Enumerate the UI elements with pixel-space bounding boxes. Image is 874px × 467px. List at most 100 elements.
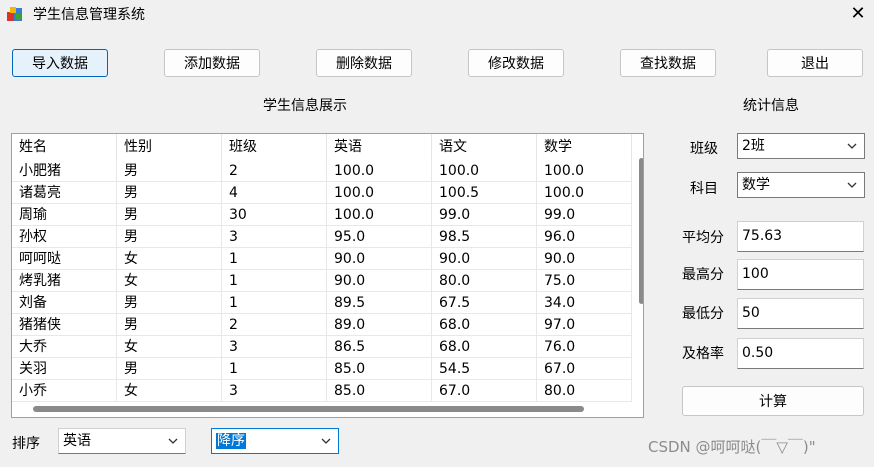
table-row[interactable]: 烤乳猪女 1 90.0 80.0 75.0 — [12, 270, 632, 292]
table-header: 姓名 性别 班级 英语 语文 数学 — [12, 134, 632, 160]
watermark: CSDN @呵呵哒(￣▽￣)" — [648, 438, 816, 456]
table-cell: 76.0 — [537, 336, 632, 358]
table-cell: 80.0 — [537, 380, 632, 402]
table-row[interactable]: 小乔女 3 85.0 67.0 80.0 — [12, 380, 632, 402]
max-field[interactable]: 100 — [737, 259, 864, 290]
window-title: 学生信息管理系统 — [33, 7, 145, 23]
column-header[interactable]: 班级 — [222, 134, 327, 160]
table-cell: 3 — [222, 380, 327, 402]
table-cell: 95.0 — [327, 226, 432, 248]
table-cell: 89.5 — [327, 292, 432, 314]
table-row[interactable]: 诸葛亮男 4 100.0 100.5 100.0 — [12, 182, 632, 204]
table-cell: 男 — [117, 204, 222, 226]
table-cell: 女 — [117, 248, 222, 270]
min-label: 最低分 — [682, 306, 724, 322]
table-cell: 90.0 — [432, 248, 537, 270]
app-icon — [7, 7, 22, 21]
table-cell: 1 — [222, 270, 327, 292]
column-header[interactable]: 性别 — [117, 134, 222, 160]
table-cell: 85.0 — [327, 380, 432, 402]
student-table[interactable]: 姓名 性别 班级 英语 语文 数学 小肥猪男 2 100.0 100.0 100.0 诸葛… — [11, 133, 644, 418]
add-data-button[interactable]: 添加数据 — [164, 49, 260, 77]
subject-label: 科目 — [690, 181, 718, 197]
horizontal-scrollbar[interactable] — [33, 406, 584, 412]
table-cell: 1 — [222, 248, 327, 270]
column-header[interactable]: 姓名 — [12, 134, 117, 160]
table-cell: 30 — [222, 204, 327, 226]
modify-data-button[interactable]: 修改数据 — [468, 49, 564, 77]
table-cell: 小乔 — [12, 380, 117, 402]
sort-order-value: 降序 — [216, 433, 246, 449]
exit-button[interactable]: 退出 — [767, 49, 863, 77]
subject-select[interactable]: 数学 — [737, 172, 865, 198]
table-row[interactable]: 周瑜男 30 100.0 99.0 99.0 — [12, 204, 632, 226]
column-header[interactable]: 英语 — [327, 134, 432, 160]
class-select-value: 2班 — [742, 138, 765, 154]
table-cell: 100.0 — [537, 160, 632, 182]
table-cell: 女 — [117, 336, 222, 358]
max-label: 最高分 — [682, 267, 724, 283]
table-cell: 100.0 — [327, 182, 432, 204]
table-cell: 100.0 — [432, 160, 537, 182]
table-cell: 68.0 — [432, 314, 537, 336]
table-cell: 男 — [117, 314, 222, 336]
table-cell: 67.0 — [537, 358, 632, 380]
table-cell: 80.0 — [432, 270, 537, 292]
chevron-down-icon — [168, 438, 178, 444]
table-cell: 大乔 — [12, 336, 117, 358]
table-row[interactable]: 猪猪侠男 2 89.0 68.0 97.0 — [12, 314, 632, 336]
table-cell: 周瑜 — [12, 204, 117, 226]
table-cell: 1 — [222, 358, 327, 380]
delete-data-button[interactable]: 删除数据 — [316, 49, 412, 77]
table-cell: 90.0 — [327, 248, 432, 270]
table-cell: 女 — [117, 270, 222, 292]
table-row[interactable]: 呵呵哒女 1 90.0 90.0 90.0 — [12, 248, 632, 270]
table-cell: 诸葛亮 — [12, 182, 117, 204]
column-header[interactable]: 数学 — [537, 134, 632, 160]
average-field[interactable]: 75.63 — [737, 221, 864, 252]
average-label: 平均分 — [682, 230, 724, 246]
sort-field-value: 英语 — [63, 433, 91, 449]
class-label: 班级 — [690, 141, 718, 157]
sort-order-select[interactable]: 降序 — [211, 428, 339, 454]
table-row[interactable]: 孙权男 3 95.0 98.5 96.0 — [12, 226, 632, 248]
table-cell: 98.5 — [432, 226, 537, 248]
table-cell: 2 — [222, 160, 327, 182]
table-cell: 1 — [222, 292, 327, 314]
sort-field-select[interactable]: 英语 — [58, 428, 186, 454]
pass-rate-field[interactable]: 0.50 — [737, 338, 864, 369]
class-select[interactable]: 2班 — [737, 133, 865, 159]
table-row[interactable]: 关羽男 1 85.0 54.5 67.0 — [12, 358, 632, 380]
table-cell: 67.5 — [432, 292, 537, 314]
table-cell: 89.0 — [327, 314, 432, 336]
table-cell: 女 — [117, 380, 222, 402]
table-cell: 男 — [117, 160, 222, 182]
table-cell: 小肥猪 — [12, 160, 117, 182]
table-row[interactable]: 刘备男 1 89.5 67.5 34.0 — [12, 292, 632, 314]
min-field[interactable]: 50 — [737, 298, 864, 329]
import-data-button[interactable]: 导入数据 — [12, 49, 108, 77]
table-cell: 男 — [117, 182, 222, 204]
table-cell: 90.0 — [327, 270, 432, 292]
table-cell: 猪猪侠 — [12, 314, 117, 336]
table-cell: 孙权 — [12, 226, 117, 248]
vertical-scrollbar[interactable] — [639, 158, 643, 304]
pass-rate-label: 及格率 — [682, 346, 724, 362]
find-data-button[interactable]: 查找数据 — [620, 49, 716, 77]
table-cell: 烤乳猪 — [12, 270, 117, 292]
display-section-title: 学生信息展示 — [263, 98, 347, 114]
close-icon[interactable]: ✕ — [846, 2, 870, 26]
stats-section-title: 统计信息 — [743, 98, 799, 114]
calculate-button[interactable]: 计算 — [682, 386, 864, 416]
table-row[interactable]: 小肥猪男 2 100.0 100.0 100.0 — [12, 160, 632, 182]
table-cell: 100.0 — [327, 160, 432, 182]
table-cell: 34.0 — [537, 292, 632, 314]
chevron-down-icon — [321, 438, 331, 444]
sort-label: 排序 — [12, 436, 40, 452]
table-row[interactable]: 大乔女 3 86.5 68.0 76.0 — [12, 336, 632, 358]
table-cell: 75.0 — [537, 270, 632, 292]
table-cell: 关羽 — [12, 358, 117, 380]
subject-select-value: 数学 — [742, 177, 770, 193]
table-cell: 68.0 — [432, 336, 537, 358]
column-header[interactable]: 语文 — [432, 134, 537, 160]
